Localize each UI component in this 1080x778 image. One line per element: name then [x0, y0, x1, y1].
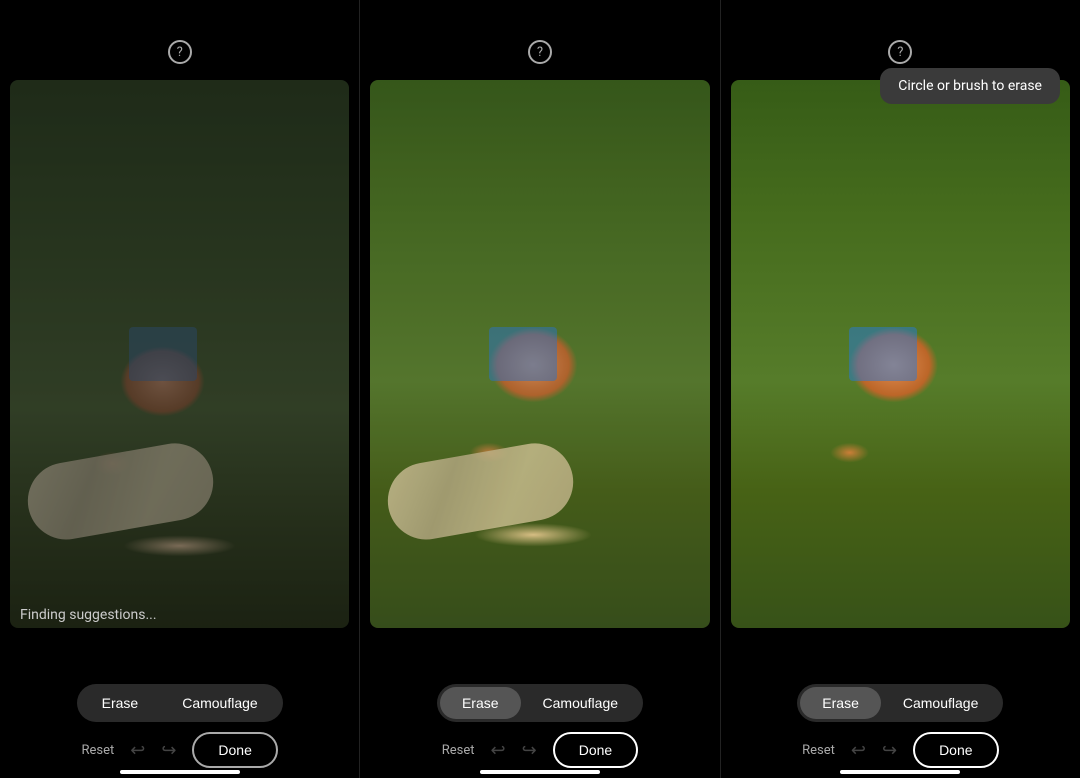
- photo-area-2: [370, 80, 709, 628]
- controls-row-2: Reset ↩ ↪ Done: [360, 732, 719, 768]
- harness-2: [489, 327, 557, 382]
- reset-label-3[interactable]: Reset: [802, 743, 835, 758]
- undo-icon-3[interactable]: ↩: [851, 740, 866, 761]
- bottom-section-1: Erase Camouflage Reset ↩ ↪ Done: [0, 658, 359, 778]
- help-icon-1[interactable]: ?: [168, 40, 192, 64]
- pill-group-2: Erase Camouflage: [437, 684, 643, 722]
- photo-area-1: [10, 80, 349, 628]
- bottom-bar-1: Erase Camouflage Reset ↩ ↪ Done: [0, 658, 359, 778]
- help-icon-3[interactable]: ?: [888, 40, 912, 64]
- home-indicator-3: [840, 770, 960, 774]
- photo-2: [370, 80, 709, 628]
- bottom-bar-3: Erase Camouflage Reset ↩ ↪ Done: [721, 658, 1080, 778]
- camouflage-pill-2[interactable]: Camouflage: [521, 687, 641, 719]
- photo-1: [10, 80, 349, 628]
- panel-2: 9:17 ⬛ ✉ ▲ ◆ • ▾ ▲ 🔋 55% ?: [360, 0, 720, 778]
- controls-row-3: Reset ↩ ↪ Done: [721, 732, 1080, 768]
- panels-container: 9:17 ⬛ ✉ ▲ ◆ • ▾ ▲ 🔋 55% ? Finding sugge…: [0, 0, 1080, 778]
- redo-icon-3[interactable]: ↪: [882, 740, 897, 761]
- home-indicator-1: [120, 770, 240, 774]
- pill-group-1: Erase Camouflage: [77, 684, 283, 722]
- camouflage-pill-3[interactable]: Camouflage: [881, 687, 1001, 719]
- bone-2: [382, 437, 579, 545]
- erase-pill-2[interactable]: Erase: [440, 687, 521, 719]
- tooltip-3: Circle or brush to erase: [880, 68, 1060, 104]
- reset-label-2[interactable]: Reset: [442, 743, 475, 758]
- undo-icon-1[interactable]: ↩: [130, 740, 145, 761]
- erase-pill-3[interactable]: Erase: [800, 687, 881, 719]
- bottom-bar-2: Erase Camouflage Reset ↩ ↪ Done: [360, 658, 719, 778]
- panel-1: 9:17 ⬛ ✉ ▲ ◆ • ▾ ▲ 🔋 55% ? Finding sugge…: [0, 0, 360, 778]
- suggestion-text-1: Finding suggestions...: [20, 607, 157, 623]
- pill-group-3: Erase Camouflage: [797, 684, 1003, 722]
- photo-area-3: [731, 80, 1070, 628]
- done-btn-3[interactable]: Done: [913, 732, 998, 768]
- help-icon-2[interactable]: ?: [528, 40, 552, 64]
- photo-3: [731, 80, 1070, 628]
- done-btn-2[interactable]: Done: [553, 732, 638, 768]
- redo-icon-1[interactable]: ↪: [161, 740, 176, 761]
- harness-1: [129, 327, 197, 382]
- reset-label-1[interactable]: Reset: [81, 743, 114, 758]
- undo-icon-2[interactable]: ↩: [491, 740, 506, 761]
- done-btn-1[interactable]: Done: [192, 732, 277, 768]
- home-indicator-2: [480, 770, 600, 774]
- bone-1: [22, 437, 219, 545]
- harness-3: [849, 327, 917, 382]
- bottom-section-2: Erase Camouflage Reset ↩ ↪ Done: [360, 658, 719, 778]
- camouflage-pill-1[interactable]: Camouflage: [160, 687, 280, 719]
- erase-pill-1[interactable]: Erase: [80, 687, 161, 719]
- controls-row-1: Reset ↩ ↪ Done: [0, 732, 359, 768]
- bottom-section-3: Erase Camouflage Reset ↩ ↪ Done: [721, 658, 1080, 778]
- panel-3: 9:18 ⬛ ✉ ▲ ◆ • ▾ ▲ 🔋 55% ? Circle or bru…: [721, 0, 1080, 778]
- redo-icon-2[interactable]: ↪: [522, 740, 537, 761]
